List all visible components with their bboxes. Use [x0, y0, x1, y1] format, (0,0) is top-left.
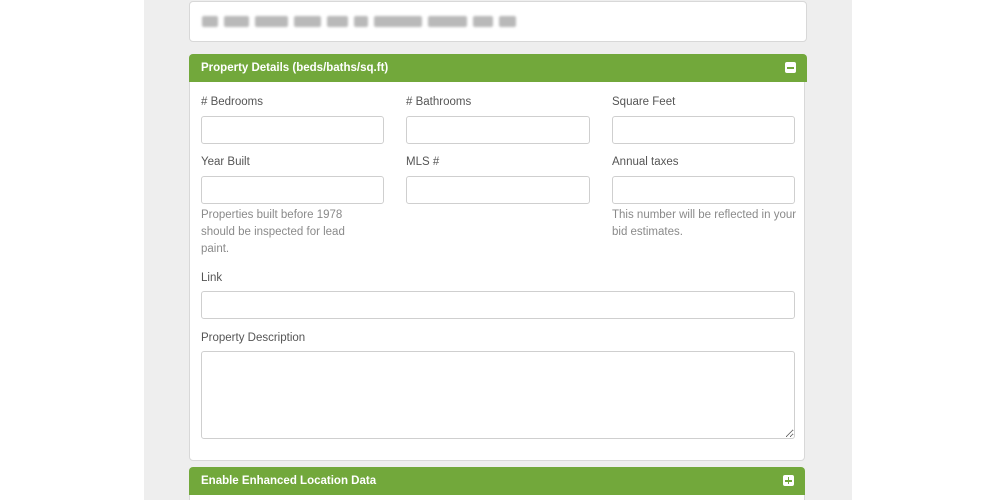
- year-built-help-text: Properties built before 1978 should be i…: [201, 209, 345, 255]
- annual-taxes-label: Annual taxes: [612, 156, 679, 168]
- blurred-address-text: [202, 14, 516, 28]
- link-label: Link: [201, 272, 223, 284]
- property-description-label: Property Description: [201, 332, 306, 344]
- annual-taxes-help-text: This number will be reflected in your bi…: [612, 209, 797, 238]
- property-details-title: Property Details (beds/baths/sq.ft): [201, 62, 389, 74]
- property-details-header[interactable]: Property Details (beds/baths/sq.ft): [189, 54, 807, 82]
- plus-square-icon[interactable]: [783, 475, 794, 486]
- enhanced-location-header[interactable]: Enable Enhanced Location Data: [189, 467, 805, 495]
- enhanced-location-body: [189, 495, 805, 500]
- mls-input[interactable]: [406, 176, 590, 204]
- property-description-textarea[interactable]: [201, 351, 795, 439]
- year-built-label: Year Built: [201, 156, 250, 168]
- link-input[interactable]: [201, 291, 795, 319]
- bathrooms-input[interactable]: [406, 116, 590, 144]
- square-feet-label: Square Feet: [612, 96, 676, 108]
- bedrooms-label: # Bedrooms: [201, 96, 264, 108]
- address-field[interactable]: [189, 1, 807, 42]
- year-built-input[interactable]: [201, 176, 384, 204]
- mls-label: MLS #: [406, 156, 440, 168]
- minus-square-icon[interactable]: [785, 62, 796, 73]
- property-details-panel: Property Details (beds/baths/sq.ft) # Be…: [189, 54, 807, 461]
- annual-taxes-input[interactable]: [612, 176, 795, 204]
- bedrooms-input[interactable]: [201, 116, 384, 144]
- bathrooms-label: # Bathrooms: [406, 96, 472, 108]
- square-feet-input[interactable]: [612, 116, 795, 144]
- enhanced-location-title: Enable Enhanced Location Data: [201, 475, 377, 487]
